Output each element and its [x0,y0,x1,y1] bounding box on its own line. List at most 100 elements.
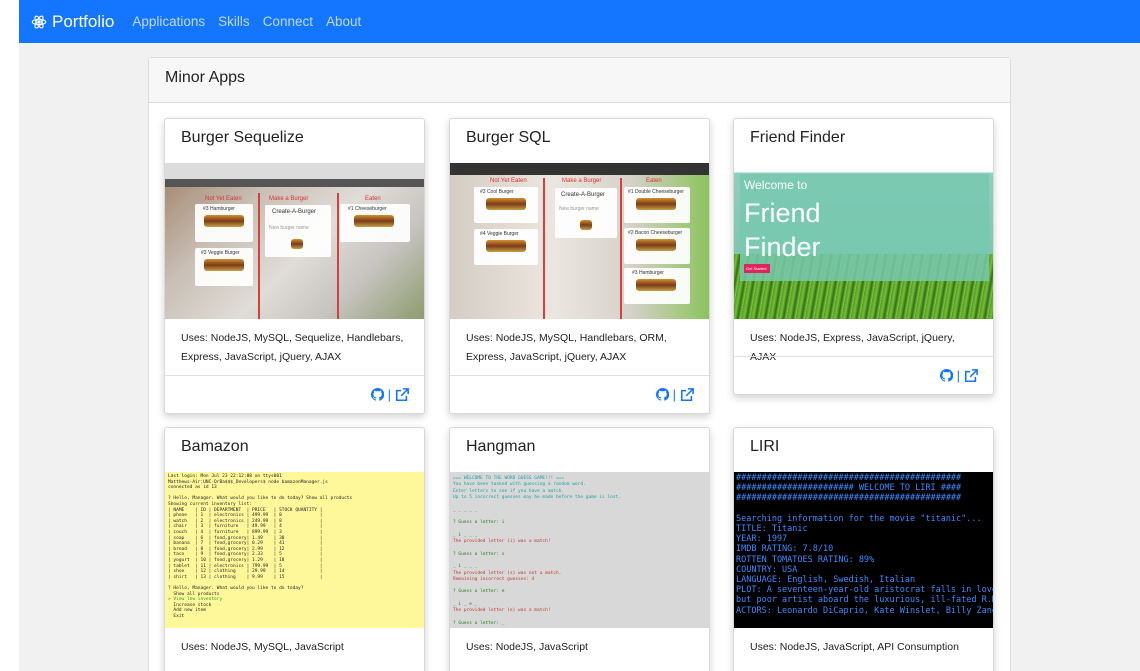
thumb-title-line: Finder [744,232,821,262]
terminal-line: | chair | 3 | furniture | 49.99 | 4 | [168,524,323,530]
thumb-center-title: Make a Burger [269,196,309,202]
terminal-line: Last login: Mon Jul 23 22:12:08 on ttys0… [168,474,282,479]
terminal-line: ####################### WELCOME TO LIRI … [736,483,962,494]
terminal-line: | phone | 1 | electronics | 499.99 | 8 | [168,513,323,519]
card-uses: Uses: NodeJS, MySQL, Sequelize, Handleba… [181,332,404,363]
external-link-icon[interactable] [680,387,694,402]
card-friend-finder: Friend Finder Welcome to Friend Finder G… [733,118,994,395]
terminal-line: Show all products [168,591,220,597]
card-title: Friend Finder [750,129,846,146]
terminal-line: | taco | 9 | food,grocery| 2.33 | 5 | [168,552,323,558]
nav-link-skills[interactable]: Skills [218,14,250,29]
terminal-line: _ i _ e _ [453,602,478,607]
card-title: LIRI [750,438,780,455]
burger-icon [636,279,676,291]
terminal-line: ? Hello, Manager. What would you like to… [168,496,353,502]
terminal-line: ? Guess a letter: e [453,589,505,595]
terminal-line: TITLE: Titanic [736,524,808,534]
nav-link-about[interactable]: About [326,14,361,29]
terminal-line: Enter letters to see if you have a match… [453,488,565,494]
burger-icon [636,198,676,210]
terminal-line: You have been tasked with guessing a ran… [453,482,586,488]
terminal-line: Exit [168,614,185,619]
app-screenshot[interactable]: Last login: Mon Jul 23 22:12:08 on ttys0… [165,472,424,628]
card-title: Burger Sequelize [181,129,304,146]
thumb-item-box: #1 Double Cheeseburger [624,187,690,223]
thumb-item-label: #3 Veggie Burger [201,250,240,256]
terminal-line: | shoe | 12 | clothing | 29.99 | 14 | [168,569,323,575]
thumb-title-line: Friend [744,198,821,228]
card-uses: Uses: NodeJS, MySQL, JavaScript [181,641,344,653]
terminal-line: The provided letter (i) was a match! [453,539,551,544]
thumb-item-label: #3 Cool Burger [480,189,514,195]
nav-link-applications[interactable]: Applications [132,14,205,29]
burger-icon [636,239,676,251]
thumb-get-started-button: Get Started [744,264,770,273]
app-screenshot[interactable]: Not Yet Eaten Make a Burger Eaten #3 Ham… [165,163,424,319]
card-bamazon: Bamazon Last login: Mon Jul 23 22:12:08 … [164,427,425,671]
navbar-brand[interactable]: Portfolio [31,12,114,32]
thumb-item-box: #4 Veggie Burger [474,229,538,265]
card-burger-sequelize: Burger Sequelize Not Yet Eaten Make a Bu… [164,118,425,414]
terminal-line: | NAME | ID | DEPARTMENT | PRICE | STOCK… [168,507,323,513]
github-icon[interactable] [655,388,669,401]
divider [258,193,260,319]
app-screenshot[interactable]: ########################################… [734,472,993,628]
thumb-form-title: Create-A-Burger [561,192,606,198]
card-title: Bamazon [181,438,249,455]
terminal-line: _ i _ _ _ [453,564,478,570]
card-footer: | [734,356,993,394]
burger-icon [204,259,244,271]
terminal-line: IMDB RATING: 7.8/10 [736,544,834,555]
terminal-line: COUNTRY: USA [736,564,798,575]
terminal-line: Up to 5 incorrect guesses may be made be… [453,494,621,500]
card-uses: Uses: NodeJS, MySQL, Handlebars, ORM, Ex… [466,332,667,363]
card-hangman: Hangman === WELCOME TO THE WORD GUESS GA… [449,427,710,671]
thumb-item-label: #3 Hamburger [203,206,235,212]
terminal-line: | soap | 6 | food,grocery| 1.49 | 30 | [168,535,323,541]
terminal-line: Matthews-Air:UNC-OrBa$$$_Developers$ nod… [168,479,328,485]
terminal-line: _ i _ _ _ [453,532,478,538]
terminal-line: Add new item [168,608,206,614]
nav-link-connect[interactable]: Connect [263,14,313,29]
terminal-line: | couch | 4 | furniture | 899.99 | 3 | [168,530,323,535]
thumb-form: Create-A-Burger New burger name [555,188,617,238]
terminal-line: ? Hello, Manager. What would you like to… [168,586,304,591]
terminal-line: The provided letter (e) was a match! [453,608,551,614]
terminal-line: _ _ _ _ _ [453,507,478,513]
terminal-line: The provided letter (s) was not a match. [453,570,562,576]
app-screenshot[interactable]: === WELCOME TO THE WORD GUESS GAME!!! ==… [450,472,709,628]
burger-icon [486,240,526,252]
app-screenshot[interactable]: Not Yet Eaten Make a Burger Eaten #3 Coo… [450,163,709,319]
card-footer: | [450,375,709,413]
burger-icon [580,220,592,230]
terminal-line: ? Guess a letter: s [453,551,505,557]
burger-icon [354,215,394,227]
thumb-right-title: Eaten [646,178,662,184]
github-icon[interactable] [370,388,384,401]
app-navbar [450,163,709,175]
app-screenshot[interactable]: Welcome to Friend Finder Get Started [734,163,993,319]
footer-separator: | [672,387,676,402]
section-title: Minor Apps [149,58,1010,103]
app-navbar [165,179,424,187]
terminal-line: YEAR: 1997 [736,534,788,545]
divider [620,178,622,319]
burger-icon [291,239,303,249]
terminal-line: connected as id 13 [168,485,217,491]
terminal-line: Showing current inventory list: [168,502,252,507]
thumb-form-title: Create-A-Burger [272,209,317,215]
terminal-line: > View low inventory [168,597,223,603]
terminal-line: Remaining incorrect guesses: 4 [453,576,535,582]
external-link-icon[interactable] [964,368,978,383]
thumb-item-box: #3 Veggie Burger [195,248,253,286]
github-icon[interactable] [939,369,953,382]
divider [337,193,339,319]
terminal-line: PLOT: A seventeen-year-old aristocrat fa… [736,585,993,596]
terminal-line: ROTTEN TOMATOES RATING: 89% [736,554,875,565]
terminal-line: === WELCOME TO THE WORD GUESS GAME!!! ==… [453,476,565,481]
external-link-icon[interactable] [395,387,409,402]
terminal-line: ########################################… [736,493,962,504]
footer-separator: | [956,368,960,383]
react-atom-icon [31,15,47,28]
